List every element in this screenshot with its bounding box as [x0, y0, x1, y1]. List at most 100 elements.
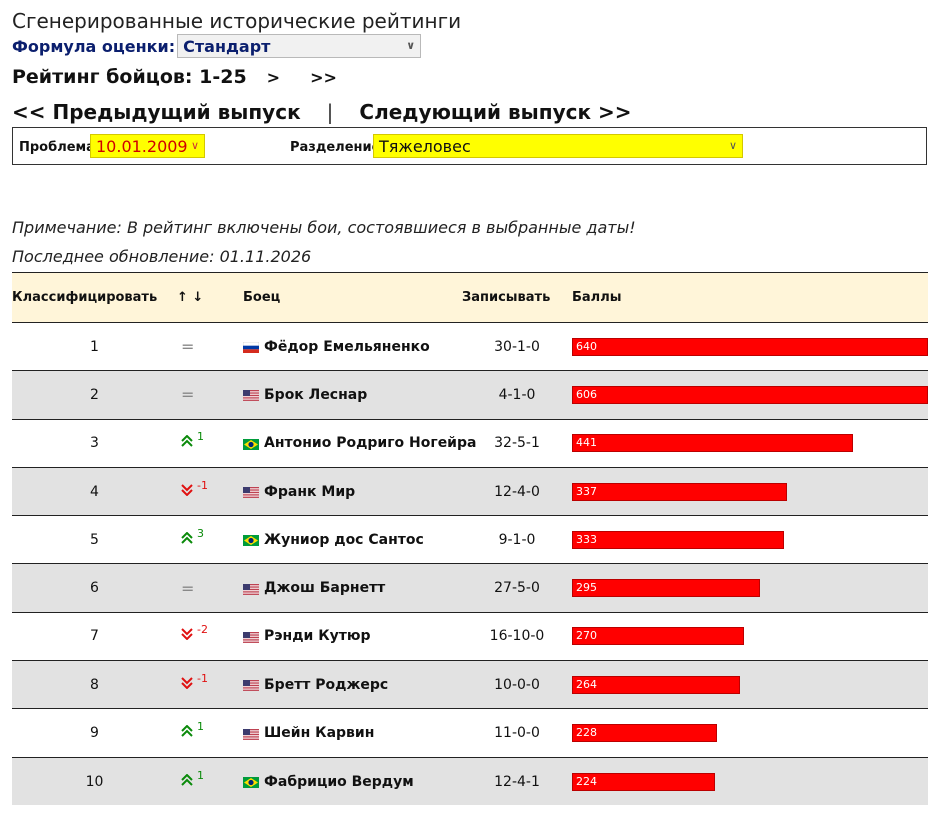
points-cell: 264 [572, 660, 928, 709]
rank-cell: 7 [12, 611, 177, 661]
formula-select[interactable]: Стандарт ∨ [177, 34, 422, 58]
usa-flag-icon [243, 486, 259, 499]
movement-cell: -2 [177, 611, 243, 661]
points-bar: 224 [572, 772, 715, 791]
rank-cell: 9 [12, 708, 177, 758]
movement-cell: 3 [177, 515, 243, 564]
rank-change-value: 1 [197, 720, 204, 734]
russia-flag-icon [242, 341, 260, 354]
table-row: 10 1 Фабрицио Вердум 12-4-1 224 [12, 756, 928, 806]
points-cell: 441 [572, 418, 928, 468]
rank-change-value: -1 [197, 671, 208, 685]
formula-row: Формула оценки: Стандарт ∨ [12, 33, 422, 59]
record-cell: 30-1-0 [462, 321, 572, 371]
fighter-name-link[interactable]: Жуниор дос Сантос [264, 532, 424, 548]
movement-cell: -1 [177, 466, 243, 516]
next-issue-link[interactable]: Следующий выпуск >> [359, 100, 631, 124]
no-change-icon: = [181, 385, 195, 405]
column-header-record[interactable]: Записывать [462, 272, 572, 323]
fighter-name-link[interactable]: Фёдор Емельяненко [264, 339, 430, 355]
fighter-name-link[interactable]: Бретт Роджерс [264, 677, 388, 693]
fighter-cell: Бретт Роджерс [243, 660, 462, 709]
movement-cell: = [177, 370, 243, 420]
issue-nav-separator: | [326, 100, 334, 124]
rank-cell: 4 [12, 466, 177, 516]
table-row: 1 = Фёдор Емельяненко 30-1-0 640 [12, 321, 928, 371]
points-value: 295 [576, 581, 597, 595]
movement-cell: = [177, 321, 243, 371]
points-value: 606 [576, 387, 597, 401]
fighter-name-link[interactable]: Франк Мир [264, 484, 355, 500]
column-header-points[interactable]: Баллы [572, 272, 928, 323]
double-up-arrow-icon [181, 724, 193, 740]
table-row: 4 -1 Франк Мир 12-4-0 337 [12, 466, 928, 516]
points-cell: 333 [572, 515, 928, 564]
chevron-down-icon: ∨ [728, 139, 737, 152]
inclusion-note: Примечание: В рейтинг включены бои, сост… [12, 218, 636, 237]
points-bar: 337 [572, 482, 787, 501]
points-bar: 295 [572, 579, 760, 598]
table-header-row: Классифицировать ↑ ↓ Боец Записывать Бал… [12, 272, 928, 323]
fighter-name-link[interactable]: Шейн Карвин [264, 725, 374, 741]
points-value: 441 [576, 436, 597, 450]
rank-cell: 1 [12, 321, 177, 371]
usa-flag-icon [243, 389, 259, 402]
points-value: 337 [576, 484, 597, 498]
points-cell: 337 [572, 466, 928, 516]
fighter-cell: Рэнди Кутюр [243, 611, 462, 661]
fighter-name-link[interactable]: Рэнди Кутюр [264, 628, 371, 644]
double-up-arrow-icon [181, 434, 193, 450]
record-cell: 9-1-0 [462, 515, 572, 564]
points-bar: 228 [572, 724, 717, 743]
points-cell: 640 [572, 321, 928, 371]
points-cell: 295 [572, 563, 928, 613]
movement-cell: 1 [177, 418, 243, 468]
fighter-cell: Фабрицио Вердум [243, 756, 462, 806]
fighter-name-link[interactable]: Брок Леснар [264, 387, 367, 403]
points-value: 228 [576, 726, 597, 740]
filter-panel: Проблема 10.01.2009 ∨ Разделение Тяжелов… [12, 127, 927, 165]
record-cell: 12-4-1 [462, 756, 572, 806]
points-bar: 270 [572, 627, 744, 646]
record-cell: 11-0-0 [462, 708, 572, 758]
double-down-arrow-icon [181, 483, 193, 499]
issue-label: Проблема [19, 140, 95, 155]
fighter-cell: Франк Мир [243, 466, 462, 516]
formula-label: Формула оценки: [12, 36, 176, 56]
usa-flag-icon [243, 728, 259, 740]
movement-cell: 1 [177, 708, 243, 758]
previous-issue-link[interactable]: << Предыдущий выпуск [12, 100, 301, 124]
double-up-arrow-icon [181, 773, 193, 789]
points-cell: 224 [572, 756, 928, 806]
fighter-name-link[interactable]: Джош Барнетт [264, 580, 385, 596]
rank-change-value: -1 [197, 478, 208, 492]
formula-select-value: Стандарт [183, 36, 271, 56]
rank-change-value: 1 [197, 768, 204, 782]
column-header-rank[interactable]: Классифицировать [12, 272, 177, 323]
points-value: 640 [576, 339, 597, 353]
division-select-value: Тяжеловес [379, 136, 471, 156]
column-header-fighter[interactable]: Боец [243, 272, 462, 323]
fighter-name-link[interactable]: Антонио Родриго Ногейра [264, 435, 476, 451]
points-bar: 441 [572, 434, 853, 453]
brazil-flag-icon [243, 438, 259, 450]
usa-flag-icon [243, 583, 259, 595]
issue-select[interactable]: 10.01.2009 ∨ [90, 134, 205, 158]
page-title: Сгенерированные исторические рейтинги [12, 9, 462, 33]
column-header-movement[interactable]: ↑ ↓ [177, 272, 243, 323]
no-change-icon: = [181, 578, 195, 598]
points-value: 264 [576, 677, 597, 691]
fighter-cell: Брок Леснар [243, 370, 462, 420]
division-select[interactable]: Тяжеловес ∨ [373, 134, 743, 158]
fighter-name-link[interactable]: Фабрицио Вердум [264, 774, 414, 790]
fighter-cell: Жуниор дос Сантос [243, 515, 462, 564]
next-page-link[interactable]: > [267, 68, 280, 87]
chevron-down-icon: ∨ [190, 139, 199, 152]
points-bar: 640 [572, 337, 928, 356]
fighter-cell: Фёдор Емельяненко [242, 321, 462, 371]
movement-cell: = [177, 563, 243, 613]
last-page-link[interactable]: >> [310, 68, 337, 87]
double-down-arrow-icon [181, 677, 193, 692]
record-cell: 27-5-0 [462, 563, 572, 613]
rank-cell: 10 [12, 756, 177, 806]
